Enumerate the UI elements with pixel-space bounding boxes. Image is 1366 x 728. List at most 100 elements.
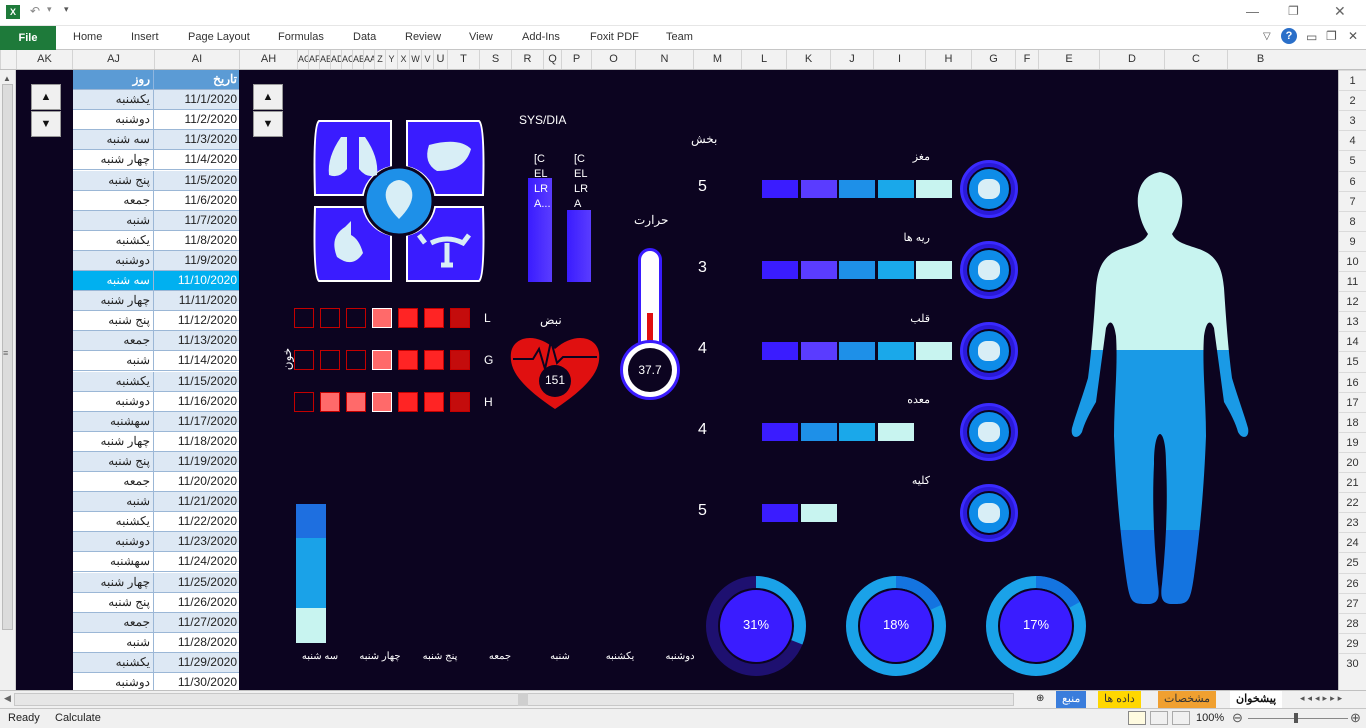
date-cell[interactable]: 11/27/2020 (154, 613, 239, 632)
date-table-row[interactable]: یکشنبه 11/22/2020 (73, 512, 239, 533)
column-header-e[interactable]: E (1038, 50, 1099, 69)
row-header[interactable]: 14 (1339, 331, 1366, 351)
row-header[interactable]: 20 (1339, 451, 1366, 472)
row-header[interactable]: 30 (1339, 652, 1366, 673)
date-cell[interactable]: 11/7/2020 (154, 211, 239, 230)
date-table-row[interactable]: جمعه 11/20/2020 (73, 472, 239, 492)
day-cell[interactable]: پنج شنبه (73, 170, 154, 190)
date-cell[interactable]: 11/9/2020 (154, 251, 239, 270)
date-cell[interactable]: 11/21/2020 (154, 492, 239, 511)
date-cell[interactable]: 11/28/2020 (154, 633, 239, 652)
column-header-h[interactable]: H (925, 50, 971, 69)
row-header[interactable]: 10 (1339, 250, 1366, 271)
day-cell[interactable]: دوشنبه (73, 250, 154, 270)
zoom-in-icon[interactable]: ⊕ (1350, 710, 1361, 726)
date-cell[interactable]: 11/15/2020 (154, 372, 239, 391)
date-cell[interactable]: 11/8/2020 (154, 231, 239, 250)
date-cell[interactable]: 11/12/2020 (154, 311, 239, 330)
day-cell[interactable]: جمعه (73, 331, 154, 351)
row-header[interactable]: 21 (1339, 472, 1366, 492)
tab-insert[interactable]: Insert (131, 31, 159, 43)
row-header[interactable]: 13 (1339, 311, 1366, 331)
row-header[interactable]: 26 (1339, 572, 1366, 593)
day-cell[interactable]: یکشنبه (73, 371, 154, 391)
date-table-row[interactable]: سهشنبه 11/24/2020 (73, 552, 239, 573)
column-header-d[interactable]: D (1099, 50, 1164, 69)
day-cell[interactable]: چهار شنبه (73, 291, 154, 311)
minimize-icon[interactable]: — (1246, 4, 1259, 19)
date-cell[interactable]: 11/26/2020 (154, 593, 239, 612)
tab-formulas[interactable]: Formulas (278, 31, 324, 43)
tab-foxit-pdf[interactable]: Foxit PDF (590, 31, 639, 43)
column-header-x[interactable]: X (397, 50, 409, 69)
date-table-row[interactable]: یکشنبه 11/8/2020 (73, 230, 239, 251)
day-cell[interactable]: یکشنبه (73, 512, 154, 532)
column-header-p[interactable]: P (561, 50, 591, 69)
tab-add-ins[interactable]: Add-Ins (522, 31, 560, 43)
scroll-up-icon[interactable]: ▲ (3, 74, 11, 83)
column-header-g[interactable]: G (971, 50, 1015, 69)
day-cell[interactable]: چهار شنبه (73, 150, 154, 170)
day-cell[interactable]: سه شنبه (73, 130, 154, 150)
day-cell[interactable]: یکشنبه (73, 230, 154, 250)
spinner-down-button-right[interactable]: ▼ (253, 111, 283, 137)
date-cell[interactable]: 11/22/2020 (154, 512, 239, 531)
row-header[interactable]: 12 (1339, 291, 1366, 311)
day-cell[interactable]: سهشنبه (73, 411, 154, 431)
date-cell[interactable]: 11/19/2020 (154, 452, 239, 471)
date-table-row[interactable]: جمعه 11/27/2020 (73, 612, 239, 633)
date-table-row[interactable]: شنبه 11/28/2020 (73, 632, 239, 653)
sheet-tab-specs[interactable]: مشخصات (1158, 691, 1217, 708)
column-header-r[interactable]: R (511, 50, 543, 69)
column-header-v[interactable]: V (421, 50, 433, 69)
column-header-j[interactable]: J (830, 50, 873, 69)
sheet-tab-dashboard[interactable]: پیشخوان (1230, 691, 1283, 708)
date-table-row[interactable]: سه شنبه 11/3/2020 (73, 130, 239, 151)
date-cell[interactable]: 11/14/2020 (154, 351, 239, 370)
help-icon[interactable]: ? (1281, 28, 1297, 44)
date-table-row[interactable]: سه شنبه 11/10/2020 (73, 271, 239, 291)
tab-data[interactable]: Data (353, 31, 376, 43)
row-header[interactable]: 22 (1339, 492, 1366, 512)
column-header-ab[interactable]: AB (352, 50, 363, 69)
row-header[interactable]: 5 (1339, 150, 1366, 170)
sheet-nav-icons[interactable]: ◂◂◂▸▸▸ (1300, 693, 1345, 704)
select-all-corner[interactable] (0, 50, 16, 69)
date-cell[interactable]: 11/6/2020 (154, 191, 239, 210)
date-table-row[interactable]: شنبه 11/14/2020 (73, 351, 239, 372)
date-cell[interactable]: 11/11/2020 (154, 291, 239, 310)
date-cell[interactable]: 11/20/2020 (154, 472, 239, 491)
column-header-m[interactable]: M (693, 50, 741, 69)
day-cell[interactable]: جمعه (73, 190, 154, 210)
split-handle-icon[interactable]: ≡ (3, 348, 8, 358)
window-close-icon[interactable]: ✕ (1348, 29, 1358, 43)
column-header-q[interactable]: Q (543, 50, 561, 69)
column-header-c[interactable]: C (1164, 50, 1227, 69)
undo-dropdown-icon[interactable]: ▾ (47, 4, 52, 15)
day-cell[interactable]: سه شنبه (73, 271, 154, 290)
spinner-up-button-left[interactable]: ▲ (31, 84, 61, 110)
spinner-down-button-left[interactable]: ▼ (31, 111, 61, 137)
date-table-row[interactable]: پنج شنبه 11/19/2020 (73, 451, 239, 472)
date-table-row[interactable]: جمعه 11/6/2020 (73, 190, 239, 211)
customize-qat-icon[interactable]: ▾ (64, 4, 69, 15)
tab-view[interactable]: View (469, 31, 493, 43)
date-cell[interactable]: 11/24/2020 (154, 552, 239, 571)
column-header-ak[interactable]: AK (16, 50, 72, 69)
date-cell[interactable]: 11/25/2020 (154, 573, 239, 592)
date-table-row[interactable]: چهار شنبه 11/4/2020 (73, 150, 239, 171)
column-header-z[interactable]: Z (374, 50, 385, 69)
column-header-k[interactable]: K (786, 50, 830, 69)
zoom-level[interactable]: 100% (1196, 712, 1224, 724)
date-table-row[interactable]: دوشنبه 11/9/2020 (73, 250, 239, 271)
day-cell[interactable]: شنبه (73, 632, 154, 652)
date-cell[interactable]: 11/23/2020 (154, 532, 239, 551)
date-table-row[interactable]: شنبه 11/7/2020 (73, 210, 239, 231)
row-header[interactable]: 7 (1339, 190, 1366, 211)
row-header[interactable]: 1 (1339, 70, 1366, 90)
zoom-slider-thumb[interactable] (1294, 713, 1298, 723)
row-header[interactable]: 9 (1339, 230, 1366, 251)
day-cell[interactable]: شنبه (73, 492, 154, 512)
day-cell[interactable]: پنج شنبه (73, 311, 154, 331)
date-cell[interactable]: 11/29/2020 (154, 653, 239, 672)
